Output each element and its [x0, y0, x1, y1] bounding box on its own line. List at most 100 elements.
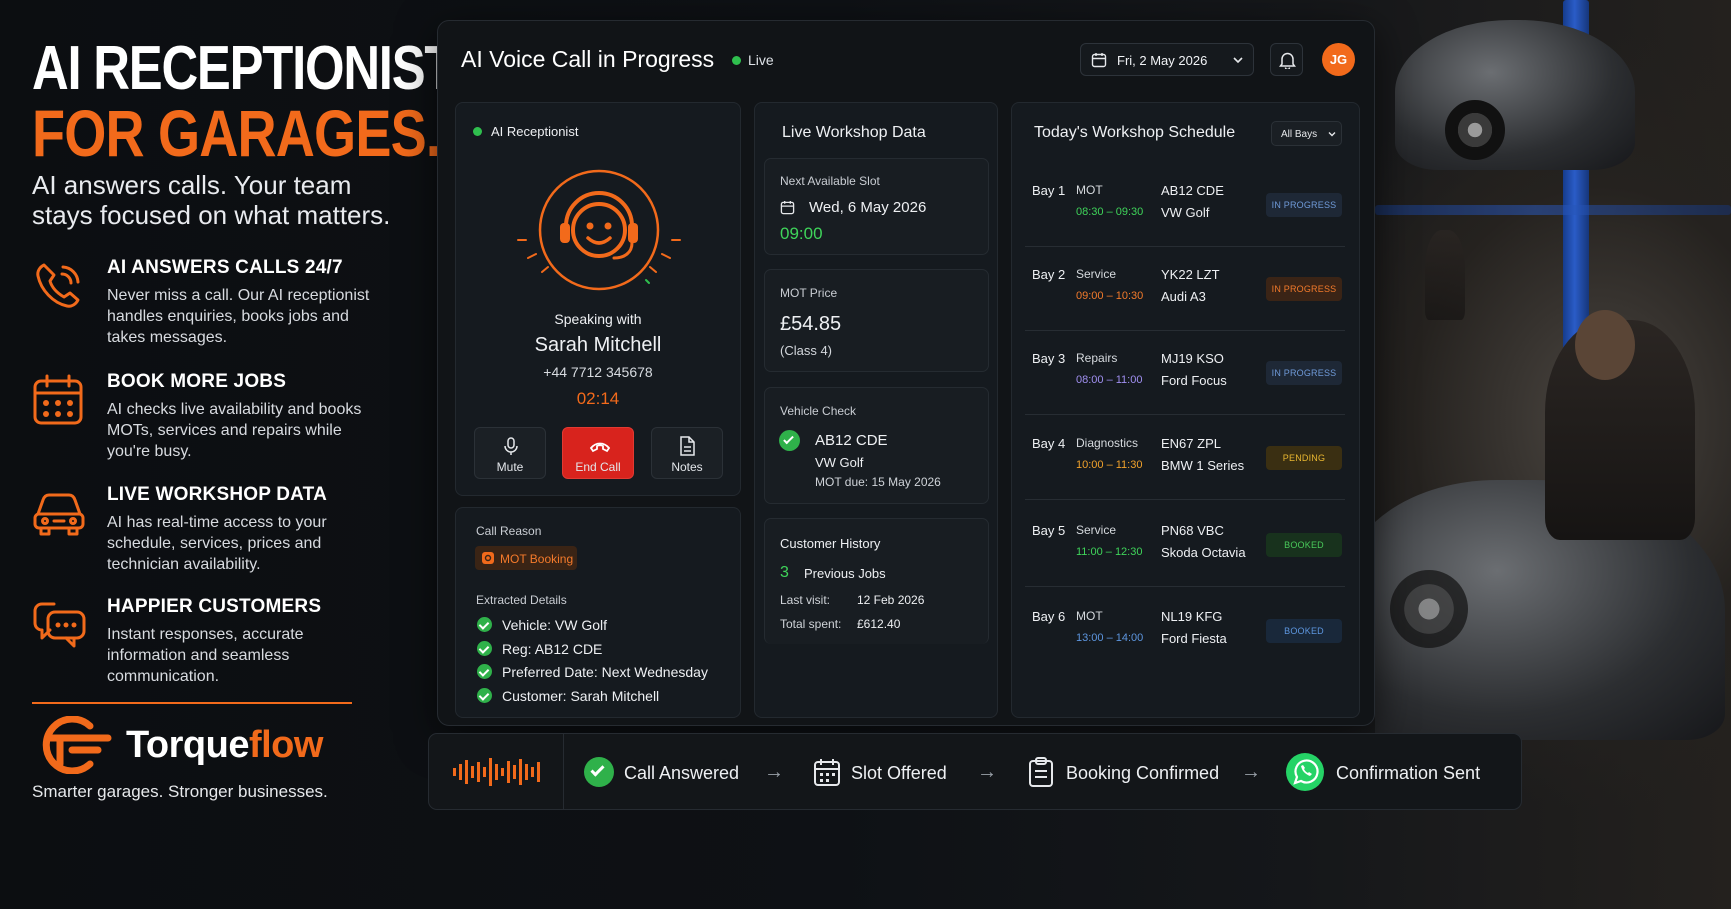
date-selector[interactable]: Fri, 2 May 2026: [1080, 43, 1254, 76]
chevron-down-icon: [1328, 132, 1336, 137]
vehicle-reg: EN67 ZPL: [1161, 436, 1221, 451]
bay-label: Bay 2: [1032, 267, 1066, 282]
time-slot: 11:00 – 12:30: [1076, 546, 1143, 558]
bay-filter-value: All Bays: [1281, 129, 1318, 140]
customer-history-label: Customer History: [780, 536, 881, 551]
reason-icon: [482, 552, 494, 564]
caller-phone: +44 7712 345678: [543, 364, 653, 380]
arrow-right-icon: →: [977, 761, 997, 783]
status-badge: PENDING: [1266, 446, 1342, 470]
feature-calls: AI ANSWERS CALLS 24/7 Never miss a call.…: [32, 257, 392, 357]
vehicle-check-label: Vehicle Check: [780, 404, 857, 418]
call-duration: 02:14: [576, 389, 620, 408]
car-icon: [33, 493, 85, 536]
service-type: Diagnostics: [1076, 436, 1139, 450]
total-spent-label: Total spent:: [780, 617, 842, 631]
hero-title-line2: FOR GARAGES.: [32, 96, 441, 170]
next-slot-time: 09:00: [780, 224, 823, 243]
extracted-details-label: Extracted Details: [476, 593, 567, 607]
call-reason-badge: MOT Booking: [475, 546, 577, 570]
feature-title: BOOK MORE JOBS: [107, 371, 287, 392]
bay-label: Bay 4: [1032, 436, 1066, 451]
arrow-right-icon: →: [764, 761, 784, 783]
step-call-answered: Call Answered: [624, 763, 740, 783]
bay-label: Bay 1: [1032, 183, 1066, 198]
status-badge: IN PROGRESS: [1266, 361, 1342, 385]
mot-price-value: £54.85: [780, 313, 842, 335]
hang-up-icon: [589, 442, 611, 453]
user-avatar[interactable]: JG: [1322, 43, 1355, 76]
feature-workshop-data: LIVE WORKSHOP DATA AI has real-time acce…: [32, 484, 392, 584]
feature-description: Never miss a call. Our AI receptionist h…: [107, 287, 370, 346]
end-call-button[interactable]: End Call: [562, 427, 634, 479]
mute-button[interactable]: Mute: [474, 427, 546, 479]
status-badge: BOOKED: [1266, 533, 1342, 557]
hero-title-line1: AI RECEPTIONIST: [32, 34, 455, 103]
brand-tagline: Smarter garages. Stronger businesses.: [32, 782, 328, 801]
feature-bookings: BOOK MORE JOBS AI checks live availabili…: [32, 371, 392, 471]
last-visit-label: Last visit:: [780, 593, 831, 607]
call-reason-card: [455, 507, 741, 718]
bay-label: Bay 5: [1032, 523, 1066, 538]
vehicle-reg: AB12 CDE: [1161, 183, 1224, 198]
next-slot-date: Wed, 6 May 2026: [809, 199, 927, 216]
feature-title: HAPPIER CUSTOMERS: [107, 596, 322, 617]
service-type: Service: [1076, 267, 1117, 281]
end-call-label: End Call: [575, 460, 621, 474]
bay-filter-dropdown[interactable]: All Bays: [1271, 121, 1342, 146]
call-reason-label: Call Reason: [476, 524, 542, 538]
service-type: MOT: [1076, 609, 1103, 623]
feature-description: AI checks live availability and books MO…: [107, 401, 362, 460]
notifications-button[interactable]: [1270, 43, 1303, 76]
status-dot: [473, 127, 482, 136]
speaking-with-label: Speaking with: [554, 311, 642, 327]
calendar-icon: [814, 759, 840, 786]
bay-label: Bay 6: [1032, 609, 1066, 624]
feature-customers: HAPPIER CUSTOMERS Instant responses, acc…: [32, 596, 392, 696]
row-divider: [1025, 246, 1345, 247]
torqueflow-logo-icon: [42, 716, 112, 774]
bell-icon: [1279, 52, 1296, 69]
divider: [32, 702, 352, 704]
chevron-down-icon: [1233, 57, 1243, 64]
arrow-right-icon: →: [1241, 761, 1261, 783]
notes-icon: [680, 436, 695, 456]
calendar-icon: [780, 200, 795, 215]
notes-label: Notes: [671, 460, 703, 474]
detail-preferred-date: Preferred Date: Next Wednesday: [502, 664, 708, 680]
status-badge: IN PROGRESS: [1266, 193, 1342, 217]
check-icon: [477, 664, 492, 679]
receptionist-label: AI Receptionist: [491, 124, 579, 139]
booking-flow-bar: Call Answered → Slot Offered → Booking C…: [428, 733, 1522, 810]
mot-due-date: MOT due: 15 May 2026: [815, 475, 941, 489]
time-slot: 08:00 – 11:00: [1076, 374, 1143, 386]
mute-label: Mute: [496, 460, 524, 474]
detail-reg: Reg: AB12 CDE: [502, 641, 603, 657]
step-booking-confirmed: Booking Confirmed: [1066, 763, 1220, 783]
vehicle-reg: AB12 CDE: [815, 432, 888, 449]
caller-name: Sarah Mitchell: [534, 334, 662, 356]
vehicle-model: VW Golf: [1161, 205, 1210, 220]
previous-jobs-label: Previous Jobs: [804, 566, 886, 581]
live-indicator-dot: [732, 56, 741, 65]
vehicle-reg: NL19 KFG: [1161, 609, 1223, 624]
whatsapp-icon: [1286, 753, 1324, 791]
vehicle-model: Ford Fiesta: [1161, 631, 1227, 646]
brand-name: Torqueflow: [126, 724, 323, 766]
row-divider: [1025, 414, 1345, 415]
selected-date: Fri, 2 May 2026: [1117, 53, 1208, 68]
clipboard-icon: [1029, 757, 1053, 787]
feature-title: LIVE WORKSHOP DATA: [107, 484, 327, 505]
mot-price-label: MOT Price: [780, 286, 838, 300]
service-type: MOT: [1076, 183, 1103, 197]
feature-description: Instant responses, accurate information …: [107, 626, 304, 685]
chat-bubbles-icon: [33, 602, 86, 648]
time-slot: 13:00 – 14:00: [1076, 632, 1144, 644]
notes-button[interactable]: Notes: [651, 427, 723, 479]
time-slot: 10:00 – 11:30: [1076, 459, 1143, 471]
workshop-data-title: Live Workshop Data: [782, 124, 926, 141]
row-divider: [1025, 330, 1345, 331]
detail-customer: Customer: Sarah Mitchell: [502, 688, 660, 704]
previous-jobs-count: 3: [780, 564, 789, 581]
vehicle-reg: MJ19 KSO: [1161, 351, 1224, 366]
